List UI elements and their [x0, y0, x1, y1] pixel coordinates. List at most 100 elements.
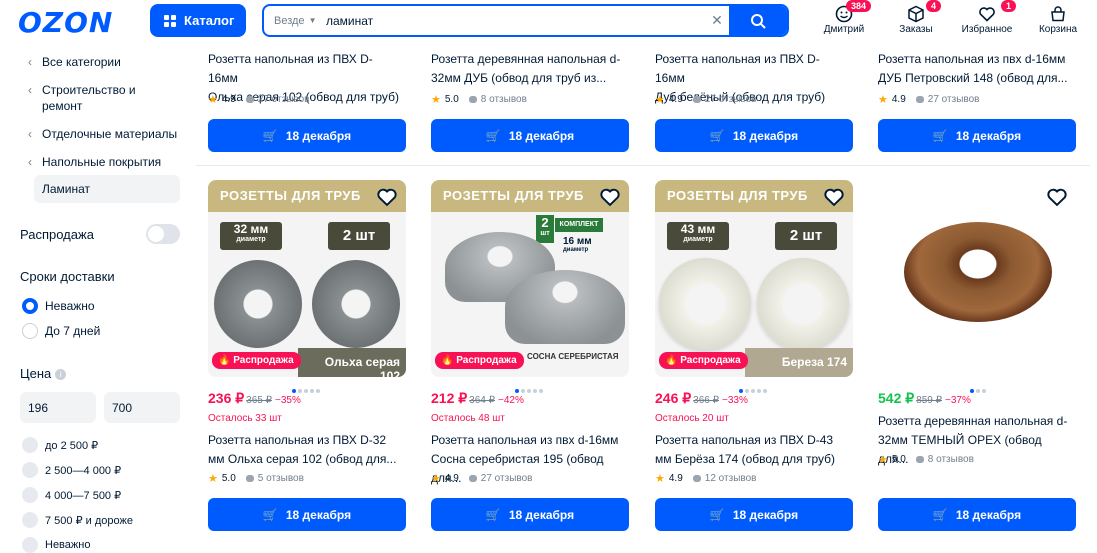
cart-button[interactable]: Корзина [1028, 4, 1088, 35]
image-pagination[interactable] [515, 380, 545, 393]
price-range-label: Неважно [45, 539, 91, 551]
stock-left: Осталось 48 шт [431, 413, 505, 424]
favorites-label: Избранное [961, 24, 1013, 35]
star-icon: ★ [208, 473, 218, 485]
search-button[interactable] [729, 6, 787, 35]
delivery-option-label: Неважно [45, 299, 95, 313]
product-title[interactable]: Розетта напольная из пвх d-16мм ДУБ Петро… [878, 50, 1070, 88]
chevron-left-icon: ‹ [28, 83, 32, 97]
price-range-radio[interactable] [22, 437, 38, 453]
product-price: 236 ₽365 ₽ −35% [208, 390, 301, 406]
product-image[interactable]: РОЗЕТТЫ ДЛЯ ТРУБ 43 мм диаметр 2 шт Берез… [655, 180, 853, 377]
orders-label: Заказы [899, 24, 933, 35]
kit-tag: КОМПЛЕКТ [555, 218, 603, 232]
price-to-input[interactable]: 700 [104, 392, 180, 423]
catalog-button[interactable]: Каталог [150, 4, 246, 37]
favorite-heart-icon[interactable] [376, 186, 398, 208]
cart-icon: 🛒 [932, 128, 948, 143]
add-to-cart-button[interactable]: 🛒 18 декабря [878, 498, 1076, 531]
product-title[interactable]: Розетта напольная из ПВХ D-32 мм Ольха се… [208, 431, 400, 469]
product-rating: ★ 5.0 8 отзывов [431, 94, 527, 106]
image-pagination[interactable] [970, 380, 1000, 393]
product-rating: ★ 5.0 8 отзывов [878, 454, 974, 466]
favorite-heart-icon[interactable] [1046, 186, 1068, 208]
cart-icon: 🛒 [262, 507, 278, 522]
cart-icon: 🛒 [485, 507, 501, 522]
reviews-icon [245, 475, 254, 482]
clear-icon[interactable]: ✕ [705, 12, 729, 29]
star-icon: ★ [208, 94, 218, 106]
chevron-left-icon: ‹ [28, 155, 32, 169]
chevron-left-icon: ‹ [28, 55, 32, 69]
size-tag: 32 мм диаметр [220, 222, 282, 250]
reviews-icon [692, 96, 701, 103]
product-image[interactable]: РОЗЕТТЫ ДЛЯ ТРУБ 2 шт КОМПЛЕКТ 16 мм диаме… [431, 180, 629, 377]
chevron-left-icon: ‹ [28, 127, 32, 141]
reviews-icon [915, 456, 924, 463]
heart-icon [979, 7, 995, 22]
price-range-radio[interactable] [22, 512, 38, 528]
favorite-heart-icon[interactable] [599, 186, 621, 208]
favorite-heart-icon[interactable] [823, 186, 845, 208]
catalog-label: Каталог [184, 13, 235, 28]
row-divider [196, 165, 1090, 166]
product-image[interactable] [878, 180, 1076, 377]
image-pagination[interactable] [292, 380, 322, 393]
sale-toggle[interactable] [146, 224, 180, 244]
add-to-cart-button[interactable]: 🛒 18 декабря [655, 119, 853, 152]
star-icon: ★ [431, 473, 441, 485]
price-from-input[interactable]: 196 [20, 392, 96, 423]
category-link[interactable]: ‹ Все категории [28, 54, 121, 70]
add-to-cart-button[interactable]: 🛒 18 декабря [655, 498, 853, 531]
favorites-button[interactable]: 1 Избранное [957, 0, 1017, 35]
fire-icon: 🔥 [441, 355, 454, 366]
size-tag: 16 мм диаметр [563, 236, 592, 253]
category-link[interactable]: ‹ Строительство и ремонт [28, 82, 168, 114]
category-link[interactable]: ‹ Отделочные материалы [28, 126, 177, 142]
search-input[interactable] [322, 13, 705, 28]
price-range-radio[interactable] [22, 487, 38, 503]
rosette-image [312, 260, 400, 348]
product-rating: ★ 4.9 27 отзывов [655, 94, 757, 106]
product-title[interactable]: Розетта деревянная напольная d- 32мм ДУБ … [431, 50, 623, 88]
product-image[interactable]: РОЗЕТТЫ ДЛЯ ТРУБ 32 мм диаметр 2 шт Ольха… [208, 180, 406, 377]
cart-icon: 🛒 [709, 507, 725, 522]
product-rating: ★ 5.0 5 отзывов [208, 473, 304, 485]
info-icon[interactable]: i [55, 369, 67, 381]
delivery-radio-any[interactable] [22, 298, 38, 314]
orders-button[interactable]: 4 Заказы [886, 0, 946, 35]
qty-tag: 2 шт [775, 222, 837, 250]
search-scope-select[interactable]: Везде ▼ [264, 15, 322, 27]
product-rating: ★ 4.9 27 отзывов [431, 473, 533, 485]
cart-icon: 🛒 [932, 507, 948, 522]
reviews-icon [692, 475, 701, 482]
add-to-cart-button[interactable]: 🛒 18 декабря [431, 119, 629, 152]
price-range-label: 2 500—4 000 ₽ [45, 465, 122, 477]
reviews-icon [468, 96, 477, 103]
star-icon: ★ [878, 454, 888, 466]
image-pagination[interactable] [739, 380, 769, 393]
rosette-image [214, 260, 302, 348]
price-range-radio[interactable] [22, 462, 38, 478]
ozon-logo[interactable]: OZON [18, 6, 113, 39]
product-title[interactable]: Розетта напольная из ПВХ D-43 мм Берёза 1… [655, 431, 847, 469]
price-range-label: 4 000—7 500 ₽ [45, 490, 122, 502]
delivery-radio-7days[interactable] [22, 323, 38, 339]
category-link[interactable]: ‹ Напольные покрытия [28, 154, 161, 170]
sale-badge: 🔥 Распродажа [212, 352, 301, 369]
add-to-cart-button[interactable]: 🛒 18 декабря [431, 498, 629, 531]
add-to-cart-button[interactable]: 🛒 18 декабря [878, 119, 1076, 152]
profile-label: Дмитрий [823, 24, 865, 35]
product-rating: ★ 4.9 27 отзывов [208, 94, 310, 106]
add-to-cart-button[interactable]: 🛒 18 декабря [208, 498, 406, 531]
category-active[interactable]: Ламинат [34, 175, 180, 203]
product-rating: ★ 4.9 27 отзывов [878, 94, 980, 106]
profile-button[interactable]: 384 Дмитрий [814, 0, 874, 35]
add-to-cart-button[interactable]: 🛒 18 декабря [208, 119, 406, 152]
delivery-option-label: До 7 дней [45, 324, 101, 338]
cart-icon: 🛒 [485, 128, 501, 143]
price-range-radio[interactable] [22, 537, 38, 553]
cart-label: Корзина [1038, 24, 1078, 35]
reviews-icon [468, 475, 477, 482]
product-price: 246 ₽366 ₽ −33% [655, 390, 748, 406]
